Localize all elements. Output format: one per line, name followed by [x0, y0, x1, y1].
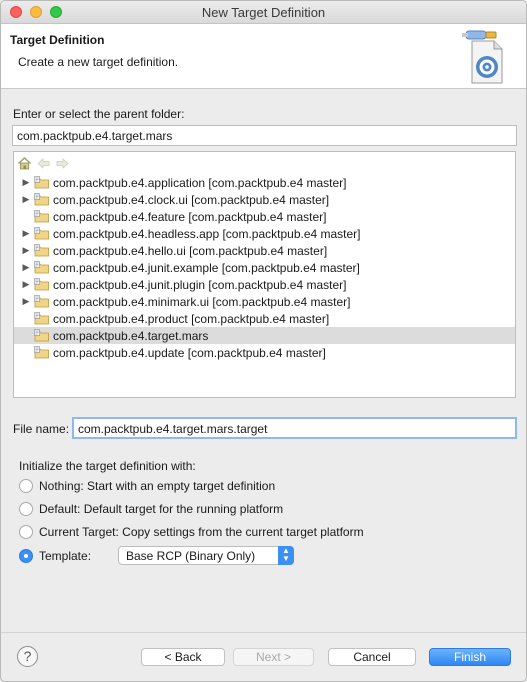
expand-arrow-icon[interactable]: ▶: [20, 245, 32, 256]
radio-default-button[interactable]: [19, 502, 33, 516]
radio-current-target-label: Current Target: Copy settings from the c…: [39, 525, 364, 539]
tree-rows: ▶ com.packtpub.e4.application [com.packtp…: [14, 174, 515, 361]
tree-item-label: com.packtpub.e4.headless.app [com.packtp…: [53, 226, 361, 241]
file-name-input[interactable]: com.packtpub.e4.target.mars.target: [72, 417, 517, 439]
expand-arrow-icon[interactable]: ▶: [20, 194, 32, 205]
tree-item-label: com.packtpub.e4.minimark.ui [com.packtpu…: [53, 294, 351, 309]
radio-current-target-button[interactable]: [19, 525, 33, 539]
back-button[interactable]: < Back: [141, 648, 225, 666]
tree-item-label: com.packtpub.e4.feature [com.packtpub.e4…: [53, 209, 327, 224]
project-folder-icon: [34, 278, 50, 291]
parent-folder-label: Enter or select the parent folder:: [13, 107, 185, 121]
tree-item[interactable]: ▶ com.packtpub.e4.minimark.ui [com.packtp…: [14, 293, 515, 310]
expand-arrow-icon[interactable]: ▶: [20, 296, 32, 307]
project-folder-icon: [34, 346, 50, 359]
next-button[interactable]: Next >: [233, 648, 314, 666]
project-folder-icon: [34, 295, 50, 308]
tree-item[interactable]: ▶ com.packtpub.e4.junit.example [com.pack…: [14, 259, 515, 276]
tree-item[interactable]: ▶ com.packtpub.e4.headless.app [com.packt…: [14, 225, 515, 242]
tree-item[interactable]: com.packtpub.e4.product [com.packtpub.e4…: [14, 310, 515, 327]
expand-arrow-icon[interactable]: ▶: [20, 279, 32, 290]
tree-item[interactable]: com.packtpub.e4.target.mars: [14, 327, 515, 344]
radio-template-button[interactable]: [19, 549, 33, 563]
initialize-label: Initialize the target definition with:: [19, 459, 196, 473]
tree-item[interactable]: ▶ com.packtpub.e4.clock.ui [com.packtpub.…: [14, 191, 515, 208]
project-folder-icon: [34, 176, 50, 189]
radio-current-target[interactable]: Current Target: Copy settings from the c…: [19, 525, 364, 539]
tree-item[interactable]: ▶ com.packtpub.e4.junit.plugin [com.packt…: [14, 276, 515, 293]
banner-title: Target Definition: [10, 33, 105, 47]
tree-item[interactable]: com.packtpub.e4.update [com.packtpub.e4 …: [14, 344, 515, 361]
title-bar: New Target Definition: [1, 1, 526, 24]
wizard-banner: Target Definition Create a new target de…: [1, 24, 526, 89]
project-folder-icon: [34, 261, 50, 274]
home-icon[interactable]: [17, 156, 32, 171]
radio-template-label: Template:: [39, 549, 92, 563]
expand-arrow-icon[interactable]: ▶: [20, 177, 32, 188]
tree-item[interactable]: ▶ com.packtpub.e4.hello.ui [com.packtpub.…: [14, 242, 515, 259]
project-folder-icon: [34, 227, 50, 240]
radio-template[interactable]: Template:: [19, 549, 91, 563]
tree-item-label: com.packtpub.e4.target.mars: [53, 328, 209, 343]
tree-item-label: com.packtpub.e4.junit.plugin [com.packtp…: [53, 277, 347, 292]
finish-button[interactable]: Finish: [429, 648, 511, 666]
parent-folder-input[interactable]: com.packtpub.e4.target.mars: [12, 125, 517, 146]
help-button[interactable]: ?: [17, 646, 38, 667]
tree-item-label: com.packtpub.e4.hello.ui [com.packtpub.e…: [53, 243, 328, 258]
radio-nothing-label: Nothing: Start with an empty target defi…: [39, 479, 276, 493]
radio-nothing-button[interactable]: [19, 479, 33, 493]
tree-item-label: com.packtpub.e4.application [com.packtpu…: [53, 175, 347, 190]
project-folder-icon: [34, 329, 50, 342]
target-definition-wizard-icon: [460, 29, 506, 85]
project-folder-icon: [34, 193, 50, 206]
template-select[interactable]: Base RCP (Binary Only) ▲ ▼: [118, 546, 294, 565]
project-folder-icon: [34, 312, 50, 325]
tree-toolbar: [17, 154, 70, 172]
tree-item[interactable]: com.packtpub.e4.feature [com.packtpub.e4…: [14, 208, 515, 225]
tree-item-label: com.packtpub.e4.product [com.packtpub.e4…: [53, 311, 330, 326]
new-target-definition-dialog: New Target Definition Target Definition …: [0, 0, 527, 682]
radio-default[interactable]: Default: Default target for the running …: [19, 502, 283, 516]
project-folder-icon: [34, 210, 50, 223]
footer-divider: [1, 632, 526, 633]
template-select-value: Base RCP (Binary Only): [126, 549, 256, 563]
cancel-button[interactable]: Cancel: [328, 648, 416, 666]
tree-item[interactable]: ▶ com.packtpub.e4.application [com.packtp…: [14, 174, 515, 191]
expand-arrow-icon[interactable]: ▶: [20, 262, 32, 273]
radio-nothing[interactable]: Nothing: Start with an empty target defi…: [19, 479, 275, 493]
tree-item-label: com.packtpub.e4.clock.ui [com.packtpub.e…: [53, 192, 330, 207]
back-arrow-icon[interactable]: [36, 156, 51, 171]
forward-arrow-icon[interactable]: [55, 156, 70, 171]
banner-description: Create a new target definition.: [18, 55, 179, 69]
expand-arrow-icon[interactable]: ▶: [20, 228, 32, 239]
project-folder-icon: [34, 244, 50, 257]
window-title: New Target Definition: [201, 5, 326, 20]
file-name-label: File name:: [13, 422, 70, 436]
container-tree[interactable]: ▶ com.packtpub.e4.application [com.packtp…: [13, 151, 516, 398]
tree-item-label: com.packtpub.e4.junit.example [com.packt…: [53, 260, 360, 275]
select-chevron-icon: ▲ ▼: [278, 546, 294, 565]
radio-default-label: Default: Default target for the running …: [39, 502, 284, 516]
tree-item-label: com.packtpub.e4.update [com.packtpub.e4 …: [53, 345, 326, 360]
